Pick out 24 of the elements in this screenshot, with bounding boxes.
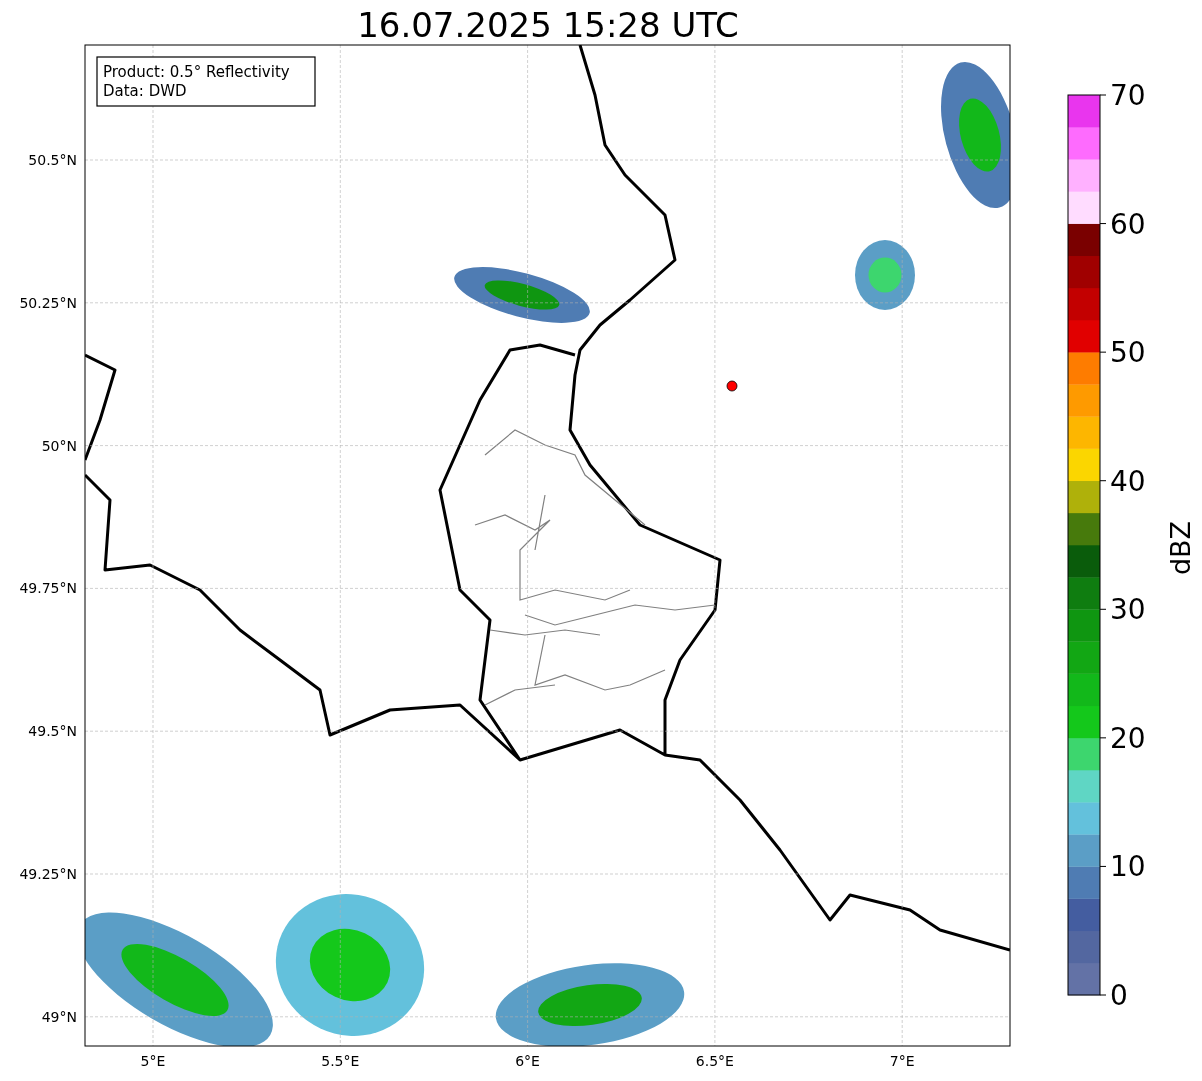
axis-tick-label: 6.5°E (695, 1053, 734, 1069)
colorbar-tick-label: 70 (1110, 79, 1146, 112)
legend-text: Data: DWD (103, 82, 187, 100)
axis-tick-label: 5°E (140, 1053, 166, 1069)
colorbar-tick-label: 10 (1110, 850, 1146, 884)
axis-tick-label: 6°E (515, 1053, 540, 1069)
colorbar-label: dBZ (1165, 520, 1196, 576)
axis-tick-label: 49.5°N (28, 723, 77, 740)
colorbar-tick-label: 30 (1110, 593, 1146, 627)
axis-tick-label: 5.5°E (321, 1053, 360, 1069)
colorbar-tick-label: 20 (1110, 721, 1146, 755)
axis-tick-label: 49.25°N (19, 866, 77, 882)
legend-text: Product: 0.5° Reflectivity (103, 63, 290, 81)
axis-tick-label: 49.75°N (19, 580, 77, 597)
axis-tick-label: 50.5°N (28, 152, 77, 168)
axis-tick-label: 50°N (41, 437, 77, 454)
figure-title: 16.07.2025 15:28 UTC (357, 5, 739, 45)
colorbar-tick-label: 0 (1110, 979, 1128, 1012)
colorbar-tick-label: 40 (1110, 464, 1146, 498)
axis-tick-label: 49°N (41, 1008, 77, 1025)
axis-tick-label: 7°E (889, 1053, 915, 1069)
colorbar-tick-label: 60 (1110, 207, 1146, 241)
axis-tick-label: 50.25°N (19, 294, 77, 311)
colorbar-tick-label: 50 (1110, 336, 1146, 370)
